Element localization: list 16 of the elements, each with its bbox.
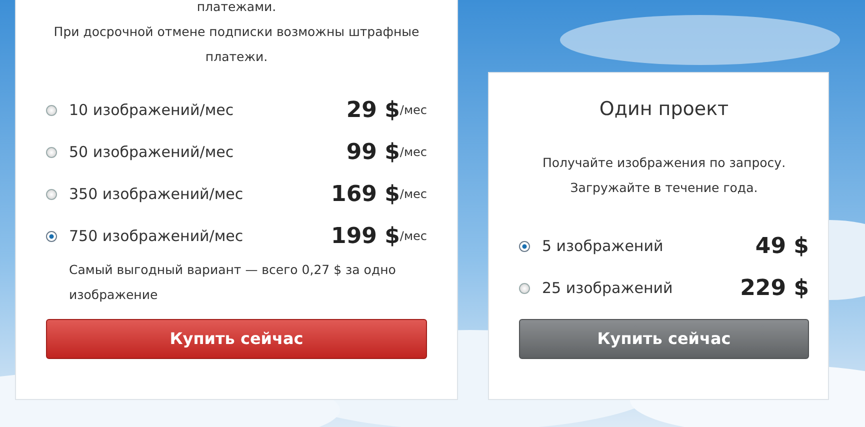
- radio-button[interactable]: [46, 146, 57, 158]
- plan-option[interactable]: 5 изображений 49 $: [519, 226, 809, 268]
- radio-button[interactable]: [46, 230, 57, 242]
- radio-button[interactable]: [46, 188, 57, 200]
- description-text: Получайте изображения по запросу.: [541, 154, 787, 172]
- description-text: При досрочной отмене подписки возможны штрафные платежи.: [52, 23, 420, 66]
- best-value-note: Самый выгодный вариант — всего 0,27 $ за одно изображение: [68, 261, 397, 304]
- plan-option[interactable]: 25 изображений 229 $: [519, 268, 809, 310]
- description-text: платежами.: [196, 0, 278, 16]
- radio-button[interactable]: [46, 104, 57, 116]
- buy-now-button[interactable]: Купить сейчас: [46, 319, 427, 359]
- plan-title: Один проект: [598, 97, 730, 122]
- buy-now-button[interactable]: Купить сейчас: [519, 319, 809, 359]
- description-text: Загружайте в течение года.: [569, 178, 759, 197]
- radio-button[interactable]: [519, 283, 530, 294]
- radio-button[interactable]: [519, 241, 530, 252]
